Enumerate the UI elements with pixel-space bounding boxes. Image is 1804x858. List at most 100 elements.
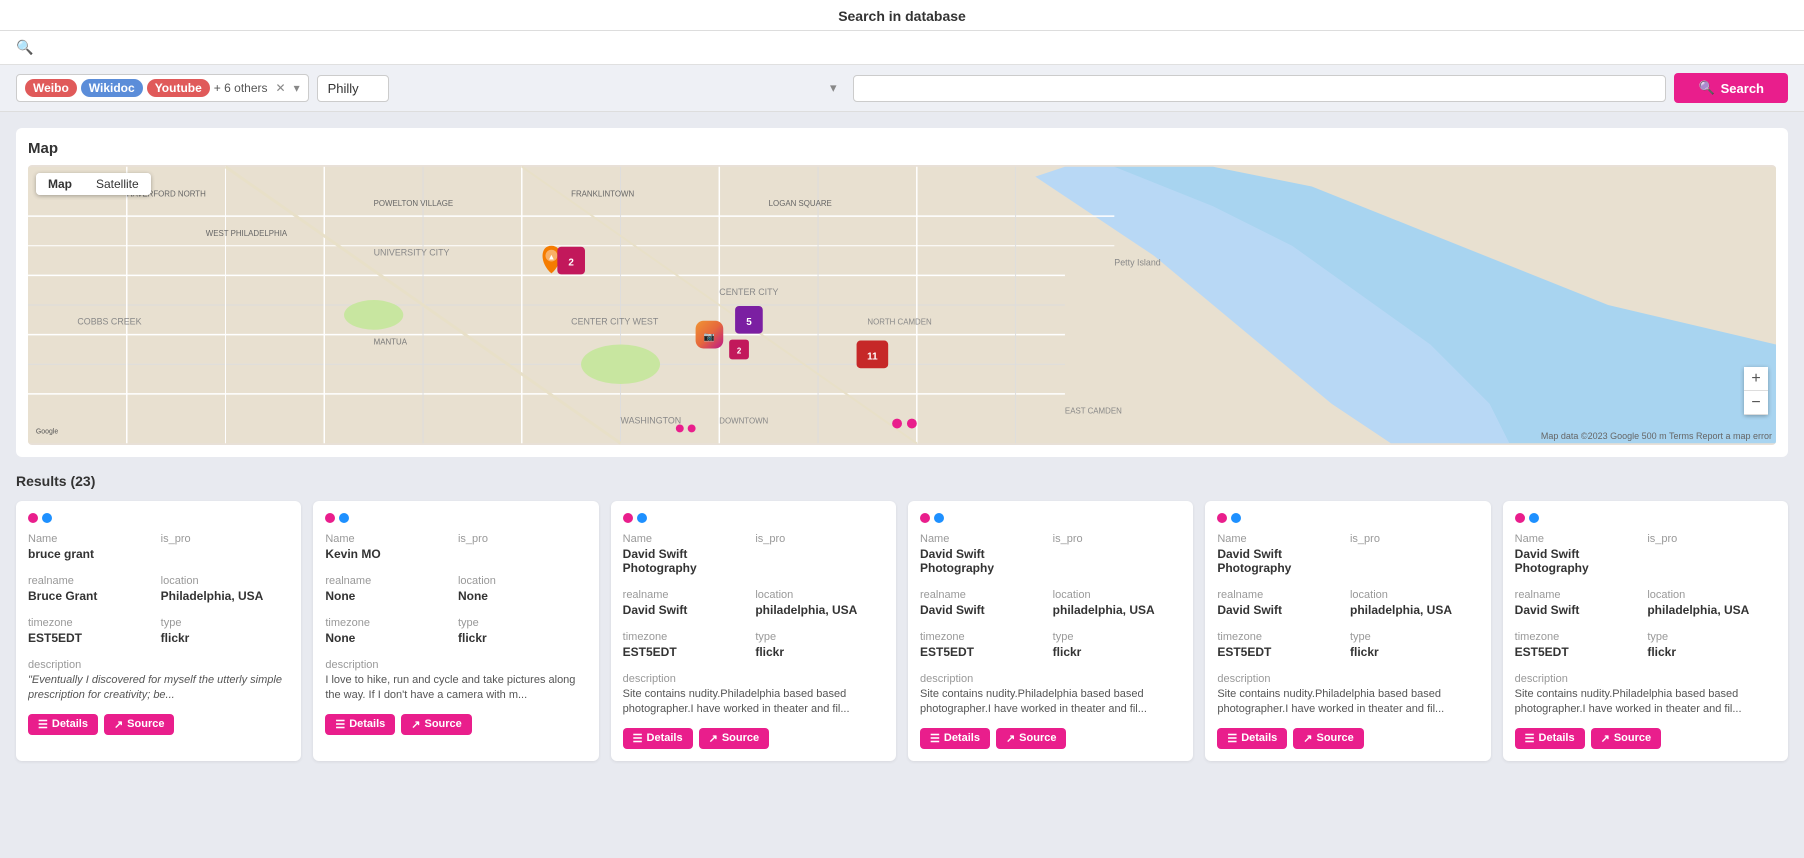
description-label: description xyxy=(325,659,586,671)
source-button[interactable]: ↗ Source xyxy=(1293,728,1364,749)
ispro-label: is_pro xyxy=(161,533,290,545)
search-button[interactable]: 🔍 Search xyxy=(1674,73,1788,103)
card-realname-field: realname David Swift xyxy=(920,589,1049,625)
svg-text:FRANKLINTOWN: FRANKLINTOWN xyxy=(571,189,634,198)
svg-text:MANTUA: MANTUA xyxy=(374,338,408,347)
card-timezone-row: timezone EST5EDT type flickr xyxy=(1515,631,1776,667)
ispro-label: is_pro xyxy=(1647,533,1776,545)
type-label: type xyxy=(161,617,290,629)
location-value: None xyxy=(458,589,587,603)
card-location-field: location philadelphia, USA xyxy=(755,589,884,625)
timezone-label: timezone xyxy=(28,617,157,629)
description-label: description xyxy=(1515,673,1776,685)
map-tab-map[interactable]: Map xyxy=(36,173,84,195)
details-button[interactable]: ☰ Details xyxy=(325,714,395,735)
name-value: David Swift Photography xyxy=(920,547,1049,575)
location-label: location xyxy=(1350,589,1479,601)
type-value: flickr xyxy=(755,645,884,659)
ispro-label: is_pro xyxy=(1350,533,1479,545)
card-type-field: type flickr xyxy=(1350,631,1479,667)
timezone-value: EST5EDT xyxy=(920,645,1049,659)
realname-value: None xyxy=(325,589,454,603)
tags-others[interactable]: + 6 others xyxy=(214,81,268,95)
result-card: Name David Swift Photography is_pro real… xyxy=(611,501,896,761)
card-dots xyxy=(325,513,586,523)
card-name-field: Name David Swift Photography xyxy=(920,533,1049,583)
card-timezone-field: timezone EST5EDT xyxy=(28,617,157,653)
card-header-row: Name bruce grant is_pro xyxy=(28,533,289,569)
timezone-value: None xyxy=(325,631,454,645)
card-realname-row: realname David Swift location philadelph… xyxy=(623,589,884,625)
card-actions: ☰ Details ↗ Source xyxy=(920,728,1181,749)
timezone-value: EST5EDT xyxy=(1217,645,1346,659)
card-realname-field: realname Bruce Grant xyxy=(28,575,157,611)
card-dots xyxy=(623,513,884,523)
details-button[interactable]: ☰ Details xyxy=(920,728,990,749)
name-value: bruce grant xyxy=(28,547,157,561)
dot-pink xyxy=(325,513,335,523)
card-name-field: Name David Swift Photography xyxy=(1217,533,1346,583)
details-icon: ☰ xyxy=(930,732,940,745)
svg-text:WASHINGTON: WASHINGTON xyxy=(621,416,682,426)
timezone-label: timezone xyxy=(1515,631,1644,643)
source-icon: ↗ xyxy=(1006,732,1015,745)
name-label: Name xyxy=(325,533,454,545)
tag-youtube[interactable]: Youtube xyxy=(147,79,210,97)
location-select[interactable]: Philly xyxy=(317,75,389,102)
source-button[interactable]: ↗ Source xyxy=(699,728,770,749)
clear-tags-icon[interactable]: ✕ xyxy=(272,81,290,95)
zoom-out-button[interactable]: − xyxy=(1744,391,1768,415)
source-button[interactable]: ↗ Source xyxy=(996,728,1067,749)
dot-blue xyxy=(1231,513,1241,523)
results-section: Results (23) Name bruce grant is_pro rea… xyxy=(16,473,1788,761)
description-text: "Eventually I discovered for myself the … xyxy=(28,673,289,704)
map-title: Map xyxy=(28,140,1776,157)
main-search-input[interactable]: wil xyxy=(41,40,1788,56)
card-realname-field: realname None xyxy=(325,575,454,611)
realname-label: realname xyxy=(920,589,1049,601)
svg-text:2: 2 xyxy=(737,346,742,355)
dot-blue xyxy=(1529,513,1539,523)
card-location-field: location philadelphia, USA xyxy=(1647,589,1776,625)
dot-blue xyxy=(339,513,349,523)
type-input[interactable]: Person xyxy=(853,75,1667,102)
card-location-field: location None xyxy=(458,575,587,611)
tag-weibo[interactable]: Weibo xyxy=(25,79,77,97)
details-button[interactable]: ☰ Details xyxy=(28,714,98,735)
zoom-in-button[interactable]: + xyxy=(1744,367,1768,391)
card-location-field: location philadelphia, USA xyxy=(1350,589,1479,625)
details-button[interactable]: ☰ Details xyxy=(623,728,693,749)
source-button[interactable]: ↗ Source xyxy=(401,714,472,735)
type-label: type xyxy=(458,617,587,629)
details-icon: ☰ xyxy=(335,718,345,731)
tag-wikidoc[interactable]: Wikidoc xyxy=(81,79,143,97)
card-realname-row: realname None location None xyxy=(325,575,586,611)
map-svg: COBBS CREEK WEST PHILADELPHIA UNIVERSITY… xyxy=(28,165,1776,445)
svg-text:CENTER CITY WEST: CENTER CITY WEST xyxy=(571,317,659,327)
svg-text:Petty Island: Petty Island xyxy=(1114,257,1160,267)
description-text: Site contains nudity.Philadelphia based … xyxy=(623,687,884,718)
search-btn-icon: 🔍 xyxy=(1698,80,1714,96)
name-label: Name xyxy=(1217,533,1346,545)
card-ispro-field: is_pro xyxy=(1053,533,1182,583)
card-realname-row: realname David Swift location philadelph… xyxy=(1217,589,1478,625)
card-name-field: Name Kevin MO xyxy=(325,533,454,569)
card-ispro-field: is_pro xyxy=(161,533,290,569)
card-type-field: type flickr xyxy=(1647,631,1776,667)
map-tab-satellite[interactable]: Satellite xyxy=(84,173,151,195)
tags-dropdown-icon[interactable]: ▾ xyxy=(294,81,300,95)
realname-label: realname xyxy=(28,575,157,587)
card-dots xyxy=(920,513,1181,523)
map-zoom-controls: + − xyxy=(1744,367,1768,415)
details-button[interactable]: ☰ Details xyxy=(1515,728,1585,749)
timezone-label: timezone xyxy=(623,631,752,643)
description-label: description xyxy=(1217,673,1478,685)
result-card: Name David Swift Photography is_pro real… xyxy=(1205,501,1490,761)
source-button[interactable]: ↗ Source xyxy=(104,714,175,735)
search-bar-row: 🔍 wil xyxy=(0,31,1804,65)
realname-value: David Swift xyxy=(1515,603,1644,617)
source-button[interactable]: ↗ Source xyxy=(1591,728,1662,749)
details-button[interactable]: ☰ Details xyxy=(1217,728,1287,749)
name-label: Name xyxy=(28,533,157,545)
svg-text:Google: Google xyxy=(36,428,58,435)
